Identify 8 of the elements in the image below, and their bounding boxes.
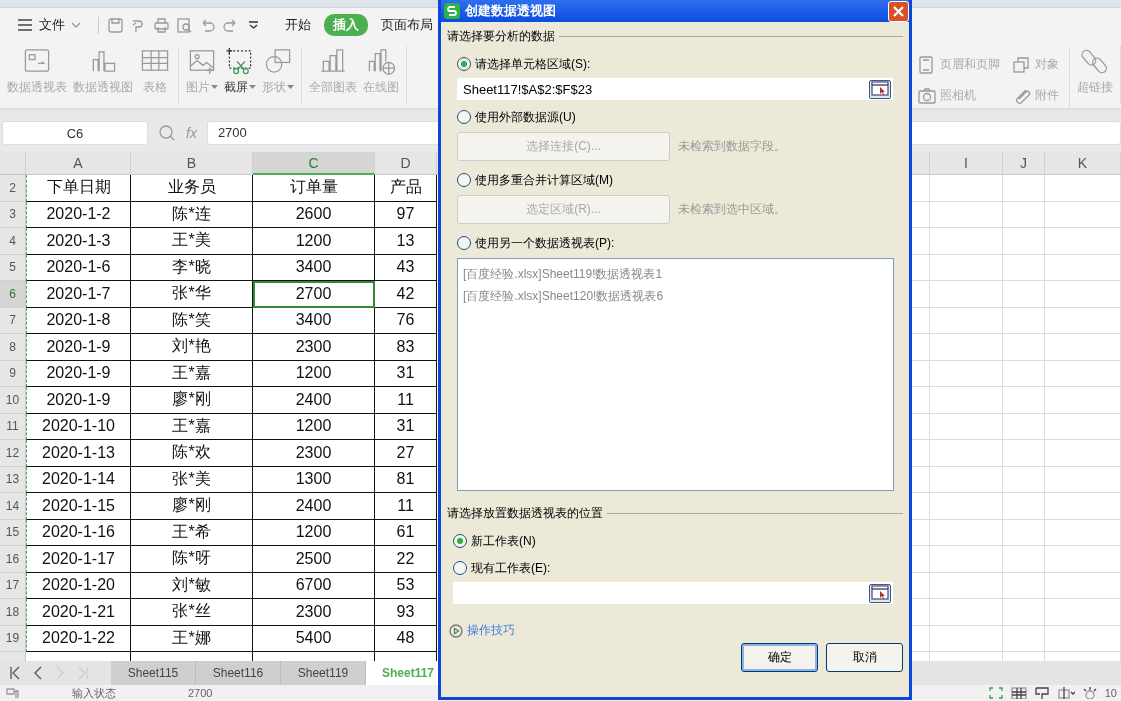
hint-text: 未检索到数据字段。 xyxy=(678,138,786,155)
section-heading: 请选择要分析的数据 xyxy=(447,28,555,45)
status-value: 2700 xyxy=(188,687,213,699)
status-text: 输入状态 xyxy=(72,685,116,701)
dialog-title: 创建数据透视图 xyxy=(465,2,556,20)
fx-label: fx xyxy=(186,125,197,141)
section-heading: 请选择放置数据透视表的位置 xyxy=(447,505,603,522)
hint-text: 未检索到选中区域。 xyxy=(678,201,786,218)
